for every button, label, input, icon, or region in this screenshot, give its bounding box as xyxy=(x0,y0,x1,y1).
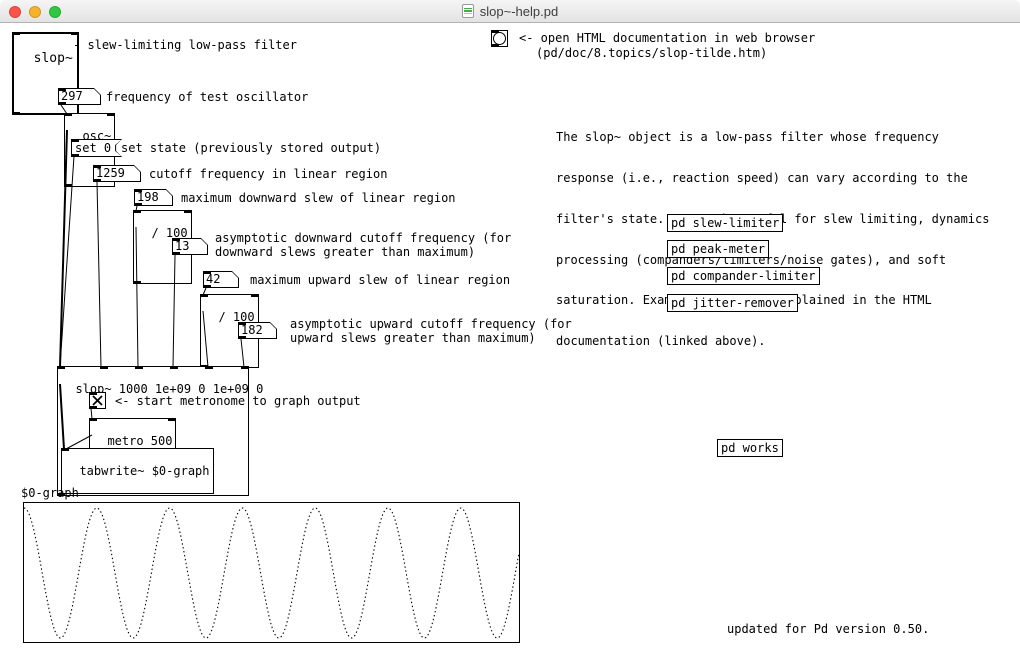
document-icon xyxy=(462,4,474,18)
comment-main-description: - slew-limiting low-pass filter xyxy=(73,38,297,52)
message-box-set-state[interactable]: set 0 xyxy=(71,139,122,157)
number-box-down-asymptotic[interactable]: 13 xyxy=(172,238,208,255)
main-object-text: slop~ xyxy=(34,51,73,66)
outlet xyxy=(64,184,72,187)
zoom-button[interactable] xyxy=(49,6,61,18)
comment-toggle: <- start metronome to graph output xyxy=(115,394,361,408)
sine-wave-path xyxy=(24,508,519,638)
inlet xyxy=(184,210,192,213)
object-text: / 100 xyxy=(151,226,187,240)
comment-line: asymptotic downward cutoff frequency (fo… xyxy=(215,231,511,245)
subpatch-jitter-remover[interactable]: pd jitter-remover xyxy=(667,294,798,312)
outlet xyxy=(58,102,66,105)
graph-canvas[interactable] xyxy=(23,502,520,643)
number-box-frequency[interactable]: 297 xyxy=(58,88,101,105)
outlet xyxy=(133,281,141,284)
outlet xyxy=(203,285,211,288)
inlet xyxy=(203,271,211,274)
inlet xyxy=(12,32,20,35)
window-titlebar[interactable]: slop~-help.pd xyxy=(0,0,1020,23)
comment-description: The slop~ object is a low-pass filter wh… xyxy=(556,104,989,362)
comment-max-down-slew: maximum downward slew of linear region xyxy=(181,191,456,205)
comment-line: upward slews greater than maximum) xyxy=(290,331,536,345)
bang-open-docs[interactable] xyxy=(491,30,508,47)
close-button[interactable] xyxy=(9,6,21,18)
comment-line: downward slews greater than maximum) xyxy=(215,245,475,259)
inlet xyxy=(61,448,69,451)
inlet xyxy=(58,88,66,91)
outlet xyxy=(12,112,20,115)
inlet xyxy=(241,366,249,369)
graph-wave-svg xyxy=(24,503,519,642)
toggle-metronome[interactable] xyxy=(89,392,106,409)
number-box-max-down-slew[interactable]: 198 xyxy=(134,189,173,206)
graph-label: $0-graph xyxy=(21,486,79,500)
inlet xyxy=(172,238,180,241)
minimize-button[interactable] xyxy=(29,6,41,18)
inlet xyxy=(100,366,108,369)
comment-cutoff: cutoff frequency in linear region xyxy=(149,167,387,181)
number-box-cutoff[interactable]: 1259 xyxy=(93,165,141,182)
inlet xyxy=(133,210,141,213)
comment-line: asymptotic upward cutoff frequency (for xyxy=(290,317,572,331)
inlet xyxy=(57,366,65,369)
inlet xyxy=(205,366,213,369)
inlet xyxy=(168,418,176,421)
traffic-lights xyxy=(9,6,61,18)
inlet xyxy=(64,113,72,116)
inlet xyxy=(200,294,208,297)
outlet xyxy=(71,154,79,157)
subpatch-slew-limiter[interactable]: pd slew-limiter xyxy=(667,214,783,232)
comment-doc-link-1: <- open HTML documentation in web browse… xyxy=(519,31,815,45)
comment-line: processing (companders/limiters/noise ga… xyxy=(556,254,989,268)
inlet xyxy=(107,113,115,116)
subpatch-compander-limiter[interactable]: pd compander-limiter xyxy=(667,267,820,285)
outlet xyxy=(89,406,97,409)
comment-line: The slop~ object is a low-pass filter wh… xyxy=(556,131,989,145)
inlet xyxy=(134,189,142,192)
inlet xyxy=(135,366,143,369)
outlet xyxy=(238,336,246,339)
object-text: metro 500 xyxy=(107,434,172,448)
inlet xyxy=(251,294,259,297)
outlet xyxy=(134,203,142,206)
comment-set-state: set state (previously stored output) xyxy=(121,141,381,155)
subpatch-peak-meter[interactable]: pd peak-meter xyxy=(667,240,769,258)
message-text: set 0 xyxy=(72,140,121,156)
object-text: / 100 xyxy=(218,310,254,324)
inlet xyxy=(71,139,79,142)
window-title: slop~-help.pd xyxy=(480,4,558,19)
comment-line: documentation (linked above). xyxy=(556,335,989,349)
comment-line: response (i.e., reaction speed) can vary… xyxy=(556,172,989,186)
inlet xyxy=(491,30,499,33)
inlet xyxy=(89,418,97,421)
comment-doc-link-2: (pd/doc/8.topics/slop-tilde.htm) xyxy=(536,46,767,60)
comment-down-asymptotic: asymptotic downward cutoff frequency (fo… xyxy=(215,231,511,259)
inlet xyxy=(238,322,246,325)
comment-frequency: frequency of test oscillator xyxy=(106,90,308,104)
footer-note: updated for Pd version 0.50. xyxy=(727,622,929,636)
outlet xyxy=(491,44,499,47)
inlet xyxy=(93,165,101,168)
inlet xyxy=(170,366,178,369)
outlet xyxy=(93,179,101,182)
inlet xyxy=(71,32,79,35)
subpatch-works[interactable]: pd works xyxy=(717,439,783,457)
comment-max-up-slew: maximum upward slew of linear region xyxy=(250,273,510,287)
number-box-max-up-slew[interactable]: 42 xyxy=(203,271,239,288)
comment-up-asymptotic: asymptotic upward cutoff frequency (foru… xyxy=(290,317,572,345)
object-text: tabwrite~ $0-graph xyxy=(79,464,209,478)
number-box-up-asymptotic[interactable]: 182 xyxy=(238,322,277,339)
outlet xyxy=(172,252,180,255)
object-box-tabwrite: tabwrite~ $0-graph xyxy=(61,448,214,494)
inlet xyxy=(89,392,97,395)
